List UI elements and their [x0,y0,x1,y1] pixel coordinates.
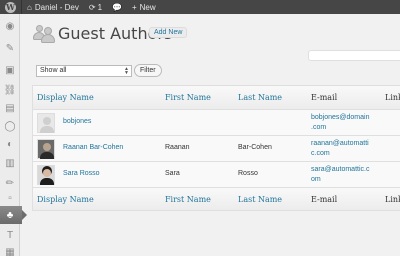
admin-bar: W ⌂ Daniel - Dev ⟳ 1 💬 + New [0,0,400,14]
updates-count: 1 [97,2,103,12]
wp-logo-menu[interactable]: W [0,0,21,14]
filter-select[interactable]: Show all ▲ ▼ [36,65,132,77]
column-email: E-mail [311,195,338,204]
home-icon: ⌂ [27,2,32,12]
table-row: Sara Rosso Sara Rosso sara@automattic.c … [33,161,400,187]
plus-icon: + [131,2,137,12]
dashboard-icon[interactable]: ◉ [4,20,16,32]
avatar [37,113,55,133]
email-link-cont[interactable]: c.com [311,150,330,157]
main-content: Guest Authors Add New Show all ▲ ▼ Filter… [20,14,400,256]
media-icon[interactable]: ▣ [4,64,16,76]
site-name: Daniel - Dev [34,2,79,12]
admin-sidebar: ◉ ✎ ▣ ⛓ ▤ ◯ ◐ ▥ ✏ ▫ ♣ T ▦ [0,14,27,256]
search-input[interactable] [308,50,400,61]
filter-selected-value: Show all [40,67,67,74]
column-link: Link [385,93,400,102]
column-display-name[interactable]: Display Name [37,195,94,204]
table-footer: Display Name First Name Last Name E-mail… [33,187,400,210]
feedback-icon[interactable]: ◐ [4,138,16,150]
pages-icon[interactable]: ▤ [4,102,16,114]
wordpress-icon: W [5,1,16,13]
column-last-name[interactable]: Last Name [238,93,282,102]
email-link[interactable]: sara@automattic.c [311,166,369,173]
comments-link[interactable]: 💬 [107,0,127,14]
settings-icon[interactable]: ▦ [4,246,16,256]
tools-icon[interactable]: ▫ [4,192,16,204]
links-icon[interactable]: ⛓ [4,84,17,96]
email-link[interactable]: bobjones@domain [311,114,369,121]
display-name-link[interactable]: Sara Rosso [63,170,100,177]
email-link-cont[interactable]: .com [311,124,326,131]
first-name: Sara [165,170,180,177]
column-display-name[interactable]: Display Name [37,93,94,102]
table-row: Raanan Bar-Cohen Raanan Bar-Cohen raanan… [33,135,400,161]
column-last-name[interactable]: Last Name [238,195,282,204]
avatar [37,139,55,159]
column-first-name[interactable]: First Name [165,195,211,204]
column-first-name[interactable]: First Name [165,93,211,102]
add-new-button[interactable]: Add New [149,27,188,38]
new-label: New [139,2,156,12]
guest-authors-table: Display Name First Name Last Name E-mail… [32,85,400,211]
display-name-link[interactable]: bobjones [63,118,91,125]
new-content-link[interactable]: + New [127,0,161,14]
appearance-icon[interactable]: ▥ [4,157,16,169]
guest-authors-icon [33,23,55,43]
plugins-icon[interactable]: ✏ [4,177,16,189]
first-name: Raanan [165,144,190,151]
comments-icon[interactable]: ◯ [4,120,16,132]
last-name: Rosso [238,170,258,177]
filter-button[interactable]: Filter [134,64,162,77]
avatar [37,165,55,185]
users-icon: ♣ [6,209,14,221]
display-name-link[interactable]: Raanan Bar-Cohen [63,144,123,151]
column-link: Link [385,195,400,204]
comment-icon: 💬 [112,2,122,12]
email-link-cont[interactable]: om [311,176,321,183]
column-email: E-mail [311,93,338,102]
site-name-link[interactable]: ⌂ Daniel - Dev [22,0,84,14]
updates-link[interactable]: ⟳ 1 [84,0,107,14]
refresh-icon: ⟳ [88,2,96,12]
table-header: Display Name First Name Last Name E-mail… [33,86,400,109]
users-menu-item-active[interactable]: ♣ [0,206,27,224]
email-link[interactable]: raanan@automatti [311,140,369,147]
posts-pin-icon[interactable]: ✎ [4,42,16,54]
select-arrows-icon: ▲ ▼ [124,66,129,76]
last-name: Bar-Cohen [238,144,272,151]
table-row: bobjones bobjones@domain .com [33,109,400,135]
tools-wrench-icon[interactable]: T [4,229,16,241]
